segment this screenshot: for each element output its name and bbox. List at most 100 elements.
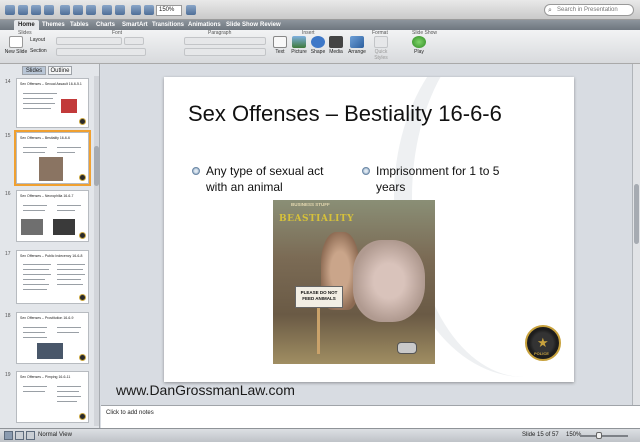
tab-tables[interactable]: Tables xyxy=(66,20,93,30)
slide-thumbnail-16[interactable]: Sex Offenses – Necrophilia 16-6-7 xyxy=(16,190,89,242)
layout-button[interactable]: Layout xyxy=(30,37,45,43)
bullet-text: Imprisonment for 1 to 5 years xyxy=(376,164,500,194)
seal-icon xyxy=(79,118,86,125)
standard-toolbar: 150% ⌕ Search in Presentation xyxy=(0,0,640,20)
tab-home[interactable]: Home xyxy=(14,20,39,30)
thumbnail-number: 18 xyxy=(5,313,11,319)
save-icon[interactable] xyxy=(31,5,41,15)
tab-smartart[interactable]: SmartArt xyxy=(118,20,152,30)
seal-star-icon: ★ xyxy=(537,335,549,350)
font-name-field[interactable] xyxy=(56,37,122,45)
seal-icon xyxy=(79,294,86,301)
bullet-icon xyxy=(192,167,200,175)
picture-button[interactable]: Picture xyxy=(290,36,308,55)
group-label-font: Font xyxy=(112,30,123,36)
view-label: Normal View xyxy=(38,432,72,438)
seal-icon xyxy=(79,174,86,181)
paragraph-controls-bottom[interactable] xyxy=(184,48,266,56)
shape-button[interactable]: Shape xyxy=(310,36,326,55)
tab-slides[interactable]: Slides xyxy=(22,66,46,75)
scrollbar-thumb[interactable] xyxy=(634,184,639,244)
quick-styles-button[interactable]: Quick Styles xyxy=(368,36,394,61)
play-button[interactable]: Play xyxy=(410,36,428,55)
seal-text: POLICE xyxy=(534,351,549,356)
bullet-right[interactable]: Imprisonment for 1 to 5 years xyxy=(362,163,516,195)
status-bar: Normal View Slide 15 of 57 150% xyxy=(0,428,640,442)
section-label: Section xyxy=(30,48,47,54)
thumbnail-number: 14 xyxy=(5,79,11,85)
slide-photo[interactable]: BUSINESS STUFF BEASTIALITY PLEASE DO NOT… xyxy=(273,200,435,364)
zoom-slider-handle[interactable] xyxy=(596,432,602,439)
tab-animations[interactable]: Animations xyxy=(184,20,225,30)
thumbnail-image xyxy=(37,343,63,359)
media-browser-icon[interactable] xyxy=(131,5,141,15)
search-input[interactable]: ⌕ Search in Presentation xyxy=(544,4,634,16)
redo-icon[interactable] xyxy=(115,5,125,15)
slideshow-view-icon[interactable] xyxy=(26,431,35,440)
arrange-icon xyxy=(350,36,364,48)
seal-icon xyxy=(79,413,86,420)
font-size-field[interactable] xyxy=(124,37,144,45)
slide-thumbnail-17[interactable]: Sex Offenses – Public Indecency 16-6-8 xyxy=(16,250,89,304)
new-slide-button[interactable]: New Slide xyxy=(3,36,29,55)
slide-title[interactable]: Sex Offenses – Bestiality 16-6-6 xyxy=(188,101,502,127)
slide-thumbnail-19[interactable]: Sex Offenses – Pimping 16-6-11 xyxy=(16,371,89,423)
print-icon[interactable] xyxy=(44,5,54,15)
cut-icon[interactable] xyxy=(60,5,70,15)
text-box-icon xyxy=(273,36,287,48)
text-box-button[interactable]: Text xyxy=(272,36,288,55)
tab-transitions[interactable]: Transitions xyxy=(148,20,188,30)
slide-show-icon[interactable] xyxy=(144,5,154,15)
thumbnail-number: 17 xyxy=(5,251,11,257)
thumbnail-title: Sex Offenses – Necrophilia 16-6-7 xyxy=(20,194,74,198)
font-style-controls[interactable] xyxy=(56,48,146,56)
photo-headline: BEASTIALITY xyxy=(279,214,354,224)
bullet-icon xyxy=(362,167,370,175)
thumbnail-title: Sex Offenses – Sexual Assault 16-6-5.1 xyxy=(20,82,82,86)
tab-outline[interactable]: Outline xyxy=(48,66,72,75)
section-button[interactable]: Section xyxy=(30,48,47,54)
slide-thumbnail-15[interactable]: Sex Offenses – Bestiality 16-6-6 xyxy=(14,130,91,186)
new-icon[interactable] xyxy=(5,5,15,15)
open-icon[interactable] xyxy=(18,5,28,15)
slide[interactable]: Sex Offenses – Bestiality 16-6-6 Any typ… xyxy=(164,77,574,382)
slide-canvas: Sex Offenses – Bestiality 16-6-6 Any typ… xyxy=(101,64,632,405)
media-icon xyxy=(329,36,343,48)
notes-placeholder: Click to add notes xyxy=(106,410,154,416)
copy-icon[interactable] xyxy=(73,5,83,15)
paste-icon[interactable] xyxy=(86,5,96,15)
scrollbar-thumb[interactable] xyxy=(94,146,99,186)
tab-charts[interactable]: Charts xyxy=(92,20,119,30)
photo-sign: PLEASE DO NOT FEED ANIMALS xyxy=(295,286,343,308)
navigator-scrollbar[interactable] xyxy=(94,76,99,426)
slide-thumbnail-14[interactable]: Sex Offenses – Sexual Assault 16-6-5.1 xyxy=(16,78,89,128)
slide-count: Slide 15 of 57 xyxy=(522,432,559,438)
help-icon[interactable] xyxy=(186,5,196,15)
play-icon xyxy=(412,36,426,48)
slide-sorter-icon[interactable] xyxy=(15,431,24,440)
normal-view-icon[interactable] xyxy=(4,431,13,440)
thumbnail-image xyxy=(61,99,77,113)
layout-label: Layout xyxy=(30,37,46,43)
arrange-button[interactable]: Arrange xyxy=(348,36,366,55)
undo-icon[interactable] xyxy=(102,5,112,15)
bullet-text: Any type of sexual act with an animal xyxy=(206,164,324,194)
bullet-left[interactable]: Any type of sexual act with an animal xyxy=(192,163,346,195)
new-slide-icon xyxy=(9,36,23,48)
seal-icon xyxy=(79,354,86,361)
tab-review[interactable]: Review xyxy=(256,20,285,30)
zoom-field[interactable]: 150% xyxy=(156,5,182,16)
zoom-slider[interactable] xyxy=(580,432,628,439)
photo-pig xyxy=(353,240,425,322)
thumbnail-image xyxy=(39,157,63,181)
slide-thumbnail-18[interactable]: Sex Offenses – Prostitution 16-6-9 xyxy=(16,312,89,364)
thumbnail-title: Sex Offenses – Prostitution 16-6-9 xyxy=(20,316,74,320)
notes-pane[interactable]: Click to add notes xyxy=(101,405,640,428)
tab-themes[interactable]: Themes xyxy=(38,20,69,30)
ribbon: Slides Font Paragraph Insert Format Slid… xyxy=(0,30,640,64)
paragraph-controls-top[interactable] xyxy=(184,37,266,45)
search-icon: ⌕ xyxy=(548,7,552,14)
media-button[interactable]: Media xyxy=(328,36,344,55)
seal-icon xyxy=(79,232,86,239)
canvas-scrollbar[interactable] xyxy=(632,64,640,405)
